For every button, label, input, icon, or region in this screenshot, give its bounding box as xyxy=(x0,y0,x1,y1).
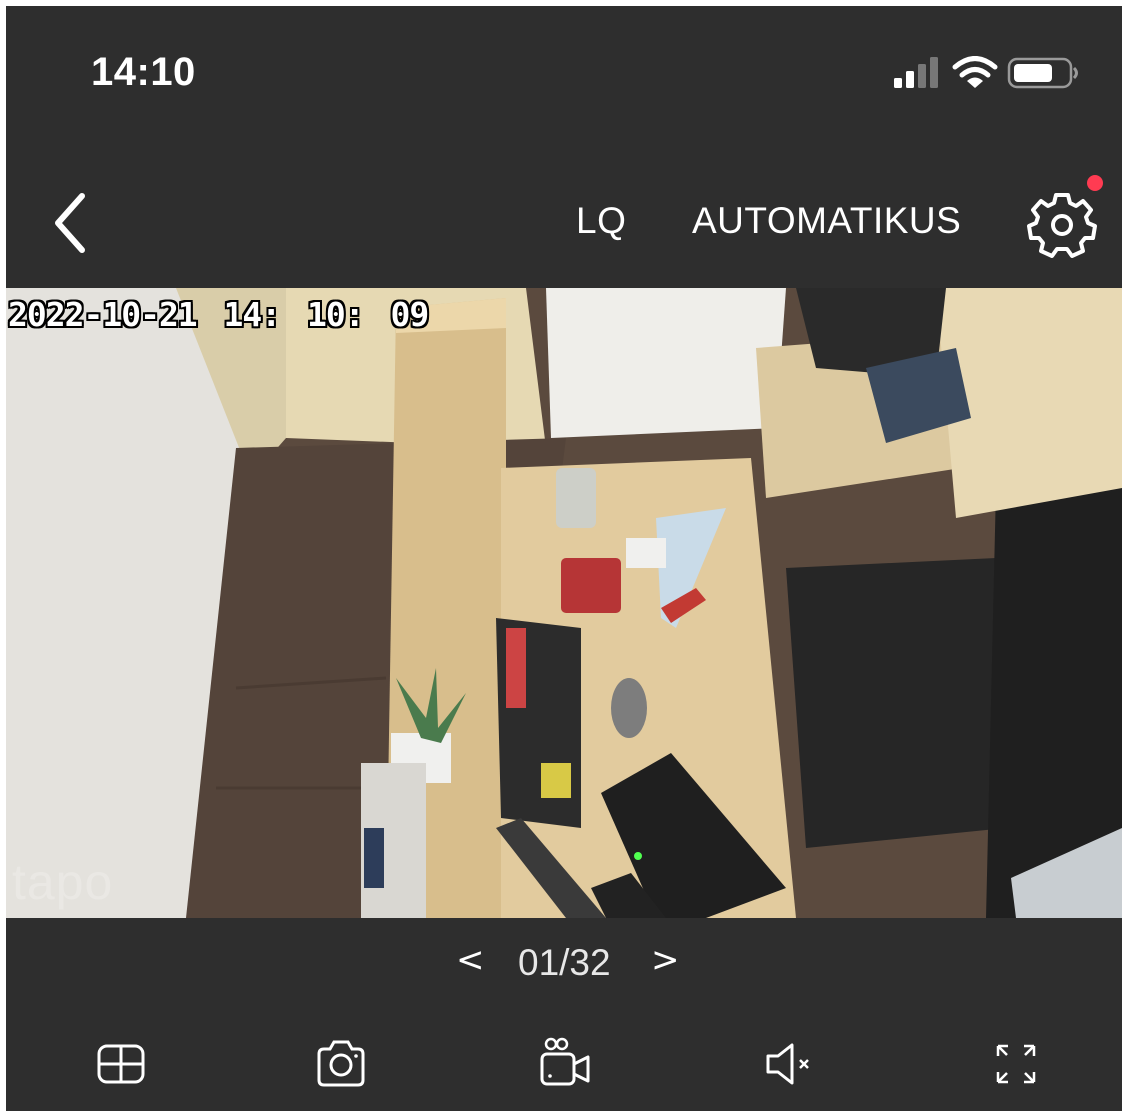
bottom-toolbar xyxy=(6,1026,1122,1106)
camera-index: 01/32 xyxy=(518,942,611,983)
chevron-left-icon xyxy=(55,193,85,253)
notification-dot xyxy=(1087,175,1103,191)
back-button[interactable] xyxy=(46,186,106,256)
battery-icon xyxy=(1007,57,1078,89)
camera-snapshot-icon xyxy=(317,1040,365,1087)
video-record-icon xyxy=(540,1037,590,1086)
mute-button[interactable] xyxy=(758,1034,818,1094)
wifi-icon xyxy=(952,56,998,88)
settings-button[interactable] xyxy=(1024,180,1100,260)
nav-bar: LQ AUTOMATIKUS xyxy=(6,156,1122,286)
quality-toggle[interactable]: LQ xyxy=(576,200,626,242)
speaker-muted-icon xyxy=(766,1043,809,1085)
fullscreen-button[interactable] xyxy=(986,1034,1046,1094)
fullscreen-icon xyxy=(996,1044,1036,1084)
previous-camera-button[interactable]: < xyxy=(456,940,485,980)
record-button[interactable] xyxy=(536,1034,596,1094)
camera-image xyxy=(6,288,1122,918)
camera-live-view-screen: 14:10 LQ AUTOMATIKUS 2022-10-21 14: 10: … xyxy=(6,6,1122,1111)
grid-view-icon xyxy=(97,1044,145,1084)
camera-pager: < 01/32 > xyxy=(6,934,1122,994)
snapshot-button[interactable] xyxy=(311,1034,371,1094)
mode-toggle[interactable]: AUTOMATIKUS xyxy=(692,200,961,242)
grid-view-button[interactable] xyxy=(91,1034,151,1094)
status-time: 14:10 xyxy=(91,50,196,94)
next-camera-button[interactable]: > xyxy=(651,940,680,980)
gear-icon xyxy=(1027,193,1097,258)
feed-timestamp: 2022-10-21 14: 10: 09 xyxy=(8,295,429,334)
cellular-signal-icon xyxy=(894,57,938,88)
camera-feed[interactable]: 2022-10-21 14: 10: 09 tapo xyxy=(6,288,1122,918)
status-bar: 14:10 xyxy=(6,6,1122,136)
tapo-watermark: tapo xyxy=(12,854,114,910)
